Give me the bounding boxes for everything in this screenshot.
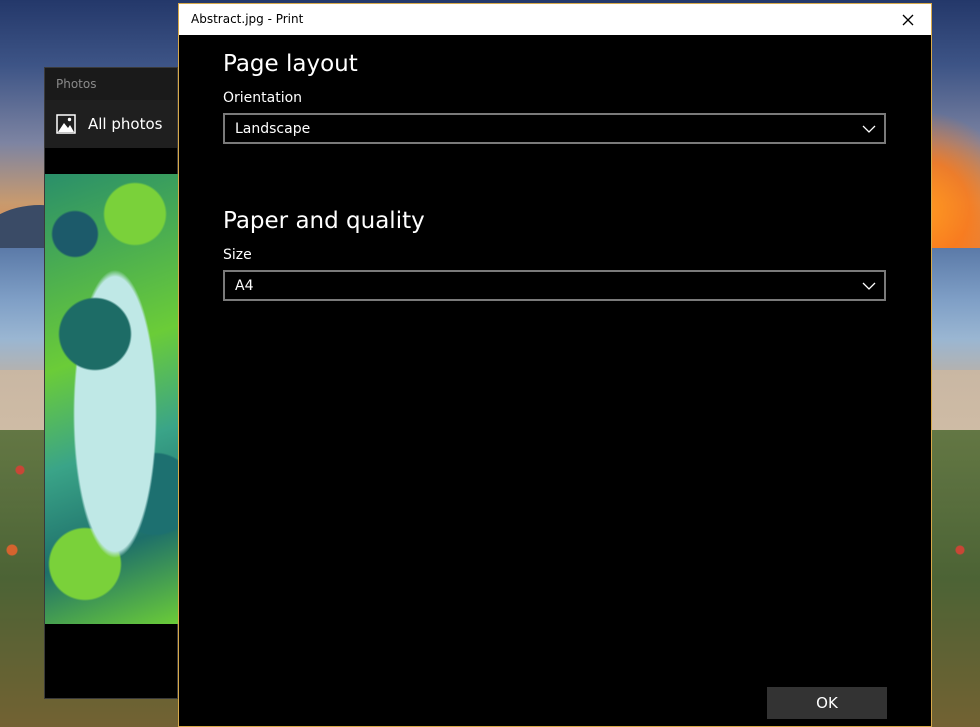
orientation-label: Orientation [223, 90, 303, 106]
photos-app-window[interactable]: Photos All photos [44, 67, 179, 699]
print-dialog: Abstract.jpg - Print Page layout Orienta… [178, 3, 932, 727]
photo-thumbnail[interactable] [45, 174, 179, 624]
nav-item-label: All photos [88, 115, 163, 133]
orientation-value: Landscape [235, 120, 311, 137]
ok-button[interactable]: OK [767, 687, 887, 719]
dialog-title: Abstract.jpg - Print [191, 12, 304, 26]
size-dropdown[interactable]: A4 [223, 270, 886, 301]
photos-title: Photos [45, 68, 177, 100]
photo-icon [56, 114, 76, 134]
nav-item-all-photos[interactable]: All photos [45, 100, 177, 148]
size-value: A4 [235, 277, 254, 294]
close-button[interactable] [885, 4, 931, 35]
dialog-titlebar: Abstract.jpg - Print [179, 4, 931, 35]
close-icon [902, 14, 914, 25]
page-layout-heading: Page layout [223, 51, 358, 77]
chevron-down-icon [862, 282, 876, 290]
paper-quality-heading: Paper and quality [223, 208, 425, 234]
chevron-down-icon [862, 125, 876, 133]
orientation-dropdown[interactable]: Landscape [223, 113, 886, 144]
size-label: Size [223, 247, 252, 263]
